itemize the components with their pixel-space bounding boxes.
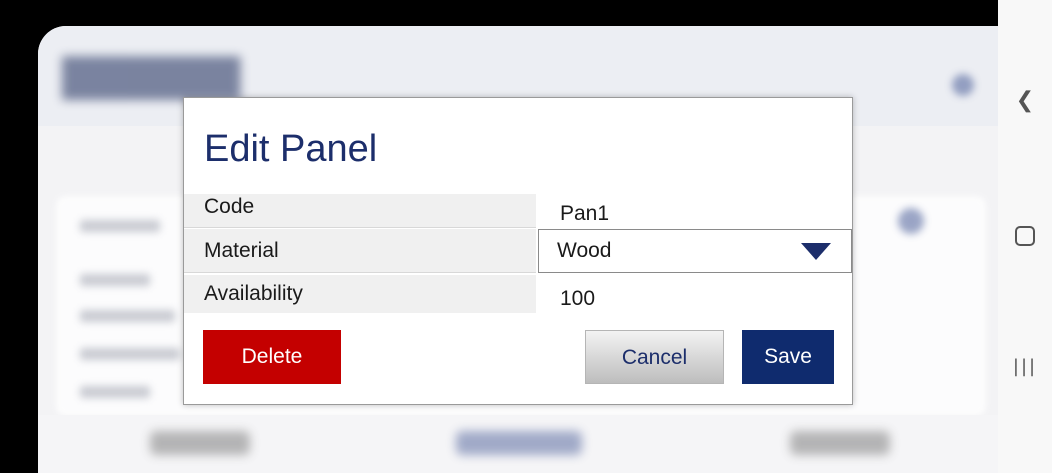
header-icon (952, 74, 974, 96)
app-title-blurred: ███████ (62, 56, 241, 97)
cancel-button[interactable]: Cancel (585, 330, 724, 384)
background-line (80, 310, 175, 322)
background-line (80, 348, 180, 360)
back-icon[interactable]: ❮ (998, 88, 1052, 113)
save-button[interactable]: Save (742, 330, 834, 384)
nav-item-active-blurred (456, 431, 582, 455)
material-row: Material Wood (184, 229, 852, 273)
nav-item-blurred (150, 431, 250, 455)
system-nav-bar: ❮ ||| (998, 0, 1052, 473)
code-label: Code (184, 194, 536, 228)
recent-apps-icon[interactable]: ||| (998, 356, 1052, 377)
material-select[interactable]: Wood (538, 229, 852, 273)
background-icon (898, 208, 924, 234)
bottom-nav (38, 415, 998, 473)
availability-label: Availability (184, 275, 536, 313)
material-label: Material (184, 229, 536, 273)
screen: ███████ ❮ ||| Edit Panel Code Pan1 Mater… (0, 0, 1052, 473)
availability-row: Availability 100 (184, 275, 852, 313)
edit-panel-dialog: Edit Panel Code Pan1 Material Wood Avail… (183, 97, 853, 405)
background-line (80, 220, 160, 232)
background-line (80, 386, 150, 398)
background-line (80, 274, 150, 286)
nav-item-blurred (790, 431, 890, 455)
availability-field[interactable]: 100 (538, 275, 852, 313)
dialog-title: Edit Panel (204, 128, 378, 170)
delete-button[interactable]: Delete (203, 330, 341, 384)
chevron-down-icon[interactable] (801, 243, 831, 260)
material-select-value: Wood (557, 239, 612, 262)
home-icon[interactable] (1015, 226, 1035, 246)
